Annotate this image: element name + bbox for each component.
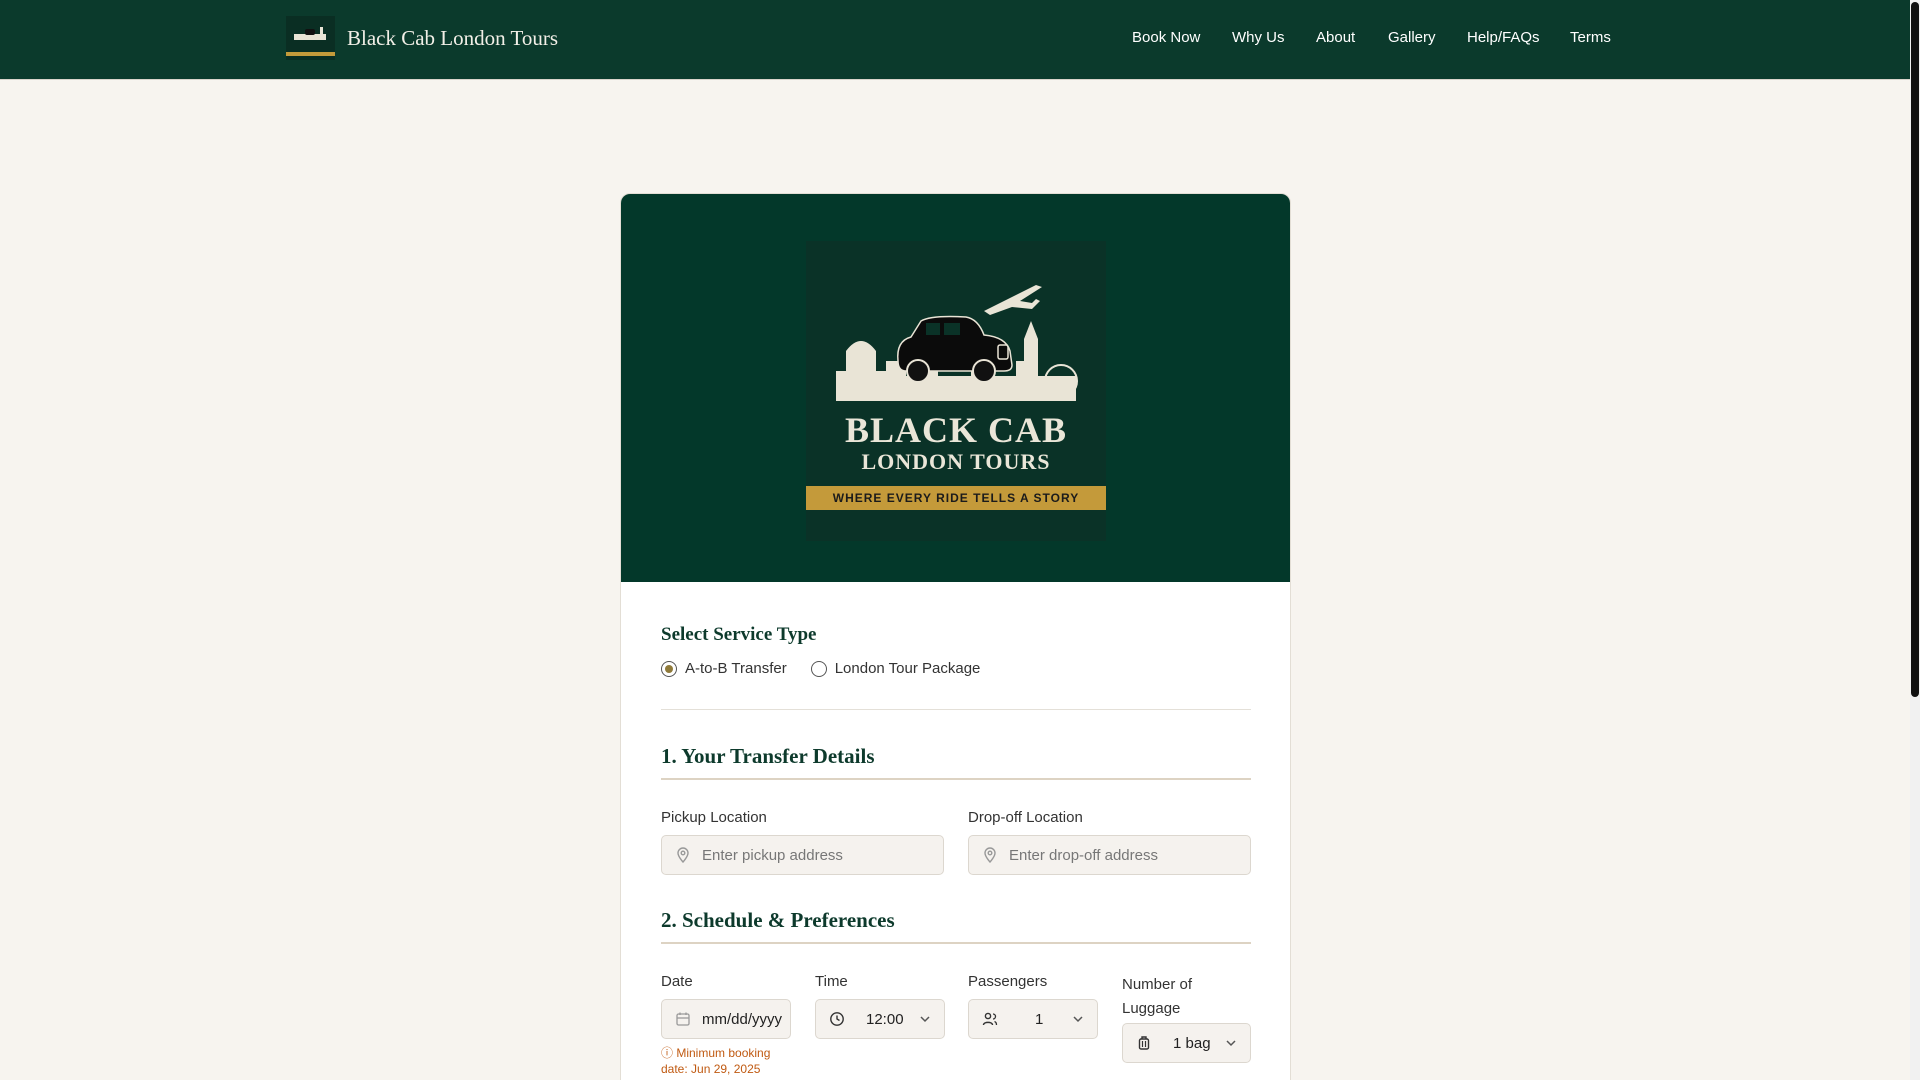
chevron-down-icon — [1073, 1016, 1083, 1023]
logo-tagline: WHERE EVERY RIDE TELLS A STORY — [806, 486, 1106, 510]
radio-selected-indicator[interactable] — [661, 660, 677, 677]
skyline-icon — [294, 27, 326, 40]
date-value[interactable]: mm/dd/yyyy — [702, 1011, 782, 1028]
top-navigation-bar: Black Cab London Tours Book Now Why Us A… — [0, 0, 1910, 80]
map-pin-icon — [981, 846, 999, 864]
booking-card: BLACK CAB LONDON TOURS WHERE EVERY RIDE … — [620, 193, 1291, 1080]
logo-subtitle: LONDON TOURS — [861, 449, 1051, 474]
time-value: 12:00 — [866, 1010, 904, 1028]
schedule-heading: 2. Schedule & Preferences — [661, 908, 895, 932]
dropoff-input[interactable] — [1009, 846, 1209, 864]
pickup-label: Pickup Location — [661, 809, 767, 826]
brand-link[interactable]: Black Cab London Tours — [286, 16, 558, 60]
nav-book-now[interactable]: Book Now — [1132, 29, 1200, 46]
heading-underline — [661, 942, 1251, 944]
map-pin-icon — [674, 846, 692, 864]
dropoff-field[interactable] — [968, 835, 1251, 875]
luggage-select[interactable]: 1 bag — [1122, 1023, 1251, 1063]
radio-a-to-b-transfer[interactable]: A-to-B Transfer — [661, 660, 787, 677]
luggage-value: 1 bag — [1173, 1034, 1211, 1052]
dropoff-label: Drop-off Location — [968, 809, 1083, 826]
radio-london-tour-package[interactable]: London Tour Package — [810, 660, 981, 677]
hero-banner: BLACK CAB LONDON TOURS WHERE EVERY RIDE … — [621, 194, 1290, 582]
page-scrollbar[interactable] — [1910, 0, 1920, 1080]
passengers-select[interactable]: 1 — [968, 999, 1098, 1039]
calendar-icon — [674, 1010, 692, 1028]
users-icon — [981, 1010, 999, 1028]
date-warning: ⓘ Minimum booking date: Jun 29, 2025 — [661, 1045, 791, 1077]
time-label: Time — [815, 973, 848, 990]
nav-help-faqs[interactable]: Help/FAQs — [1467, 29, 1540, 46]
time-select[interactable]: 12:00 — [815, 999, 945, 1039]
transfer-details-heading: 1. Your Transfer Details — [661, 744, 875, 768]
date-hint-text: Minimum booking date: Jun 29, 2025 — [661, 1046, 771, 1076]
chevron-down-icon — [920, 1016, 930, 1023]
radio-indicator[interactable] — [810, 660, 827, 677]
nav-about[interactable]: About — [1316, 29, 1355, 46]
brand-logo — [286, 16, 335, 60]
passengers-label: Passengers — [968, 973, 1048, 990]
scrollbar-thumb[interactable] — [1911, 2, 1919, 697]
logo-title: BLACK CAB — [844, 410, 1068, 450]
luggage-label: Number of Luggage — [1122, 976, 1193, 1017]
pickup-input[interactable] — [702, 846, 902, 864]
info-circle-icon: ⓘ — [661, 1046, 677, 1060]
brand-name: Black Cab London Tours — [347, 25, 559, 50]
nav-gallery[interactable]: Gallery — [1388, 29, 1436, 46]
company-logo: BLACK CAB LONDON TOURS WHERE EVERY RIDE … — [806, 241, 1106, 541]
service-type-radio-group: A-to-B Transfer London Tour Package — [661, 660, 1004, 677]
heading-underline — [661, 778, 1251, 780]
radio-label: London Tour Package — [834, 660, 981, 677]
luggage-icon — [1135, 1034, 1153, 1052]
passengers-value: 1 — [1035, 1010, 1044, 1028]
nav-why-us[interactable]: Why Us — [1232, 29, 1285, 46]
nav-terms[interactable]: Terms — [1570, 29, 1611, 46]
pickup-field[interactable] — [661, 835, 944, 875]
london-skyline-icon — [836, 285, 1078, 401]
section-divider — [661, 709, 1251, 710]
clock-icon — [828, 1010, 846, 1028]
date-label: Date — [661, 973, 693, 990]
service-type-heading: Select Service Type — [661, 624, 817, 645]
chevron-down-icon — [1226, 1040, 1236, 1047]
radio-label: A-to-B Transfer — [685, 660, 787, 677]
date-field[interactable]: mm/dd/yyyy — [661, 999, 791, 1039]
